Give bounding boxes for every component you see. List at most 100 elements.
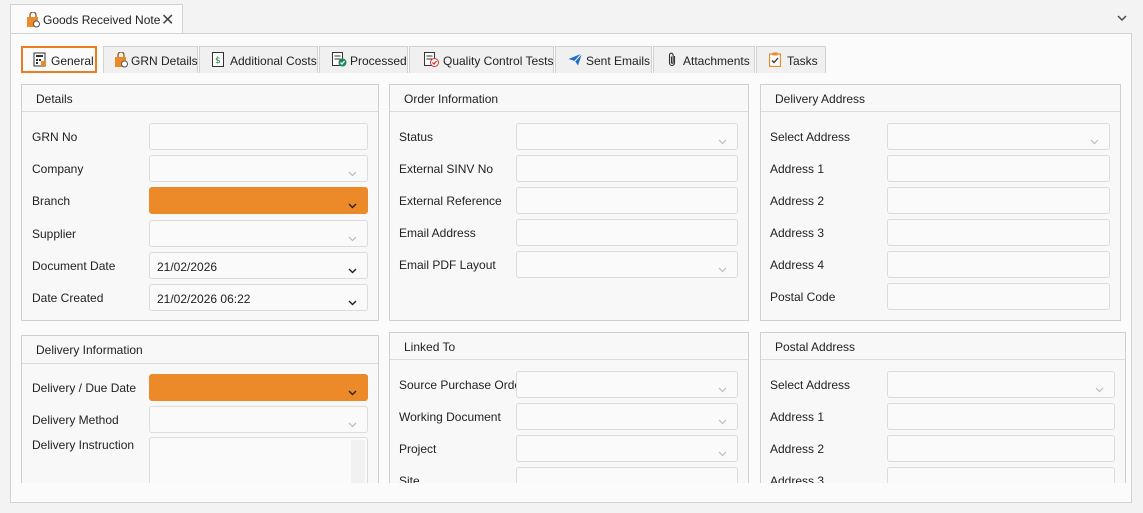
clipboard-icon: [768, 52, 782, 70]
postal-select-address[interactable]: [887, 371, 1115, 398]
postal-address-1-field[interactable]: [887, 403, 1115, 430]
address-2-label: Address 2: [770, 442, 825, 456]
delivery-address-2-field[interactable]: [887, 187, 1110, 214]
supplier-label: Supplier: [32, 227, 77, 241]
source-purchase-order-label: Source Purchase Order: [399, 378, 526, 392]
date-created-value: 21/02/2026 06:22: [157, 292, 251, 306]
delivery-address-3-field[interactable]: [887, 219, 1110, 246]
tab-label: Additional Costs: [230, 54, 317, 68]
linked-to-title: Linked To: [404, 340, 456, 354]
email-address-label: Email Address: [399, 226, 476, 240]
tab-label: GRN Details: [131, 54, 198, 68]
bag-icon: [26, 11, 40, 31]
email-pdf-layout-select[interactable]: [516, 251, 738, 278]
tab-attachments[interactable]: Attachments: [653, 46, 755, 73]
chevron-down-icon[interactable]: [1117, 10, 1127, 24]
delivery-due-date-picker[interactable]: [149, 374, 368, 401]
status-label: Status: [399, 130, 434, 144]
tab-quality-control-tests[interactable]: Quality Control Tests: [409, 46, 554, 73]
panel-header: Delivery Address: [761, 85, 1120, 112]
email-pdf-layout-label: Email PDF Layout: [399, 258, 496, 272]
chevron-down-icon: [348, 166, 357, 180]
delivery-information-title: Delivery Information: [36, 343, 143, 357]
document-tab[interactable]: Goods Received Note ✕: [10, 4, 183, 33]
checklist-icon: [424, 52, 439, 70]
project-label: Project: [399, 442, 437, 456]
chevron-down-icon: [348, 263, 357, 277]
postal-address-2-field[interactable]: [887, 435, 1115, 462]
delivery-method-select[interactable]: [149, 406, 368, 433]
chevron-down-icon: [1095, 382, 1104, 396]
postal-code-label: Postal Code: [770, 290, 836, 304]
document-date-picker[interactable]: 21/02/2026: [149, 252, 368, 279]
panel-header: Linked To: [390, 333, 748, 360]
svg-text:$: $: [215, 56, 221, 66]
status-select[interactable]: [516, 123, 738, 150]
bag-icon: [114, 51, 128, 71]
company-select[interactable]: [149, 155, 368, 182]
document-date-value: 21/02/2026: [157, 260, 218, 274]
document-date-label: Document Date: [32, 259, 116, 273]
delivery-due-date-label: Delivery / Due Date: [32, 381, 137, 395]
project-select[interactable]: [516, 435, 738, 462]
close-icon[interactable]: ✕: [161, 10, 174, 30]
postal-address-3-field[interactable]: [887, 467, 1115, 483]
tab-sent-emails[interactable]: Sent Emails: [555, 46, 652, 73]
chevron-down-icon: [348, 231, 357, 245]
check-doc-icon: [332, 52, 347, 70]
date-created-picker[interactable]: 21/02/2026 06:22: [149, 284, 368, 311]
chevron-down-icon: [348, 295, 357, 309]
chevron-down-icon: [718, 446, 727, 460]
delivery-method-label: Delivery Method: [32, 413, 119, 427]
paperclip-icon: [668, 52, 677, 70]
address-1-label: Address 1: [770, 162, 825, 176]
grn-no-label: GRN No: [32, 130, 78, 144]
delivery-postal-code-field[interactable]: [887, 283, 1110, 310]
supplier-select[interactable]: [149, 220, 368, 247]
tab-grn-details[interactable]: GRN Details: [103, 46, 198, 73]
postal-address-title: Postal Address: [775, 340, 856, 354]
address-2-label: Address 2: [770, 194, 825, 208]
chevron-down-icon: [1090, 134, 1099, 148]
working-document-select[interactable]: [516, 403, 738, 430]
details-panel: Details GRN No Company Branch Supplier D…: [21, 84, 379, 321]
select-address-label: Select Address: [770, 130, 851, 144]
site-label: Site: [399, 474, 420, 483]
address-3-label: Address 3: [770, 226, 825, 240]
tab-tasks[interactable]: Tasks: [756, 46, 826, 73]
delivery-information-panel: Delivery Information Delivery / Due Date…: [21, 335, 379, 483]
external-reference-label: External Reference: [399, 194, 502, 208]
panel-header: Delivery Information: [22, 336, 378, 364]
scrollbar[interactable]: [351, 440, 365, 483]
chevron-down-icon: [348, 417, 357, 431]
paper-plane-icon: [568, 53, 583, 69]
tab-label: Quality Control Tests: [443, 54, 554, 68]
tab-general[interactable]: General: [21, 46, 97, 73]
chevron-down-icon: [348, 198, 357, 212]
delivery-address-1-field[interactable]: [887, 155, 1110, 182]
document-tab-title: Goods Received Note: [43, 13, 161, 27]
tab-label: Processed: [350, 54, 407, 68]
delivery-select-address[interactable]: [887, 123, 1110, 150]
external-sinv-no-label: External SINV No: [399, 162, 494, 176]
company-label: Company: [32, 162, 84, 176]
external-sinv-no-field[interactable]: [516, 155, 738, 182]
panel-header: Postal Address: [761, 333, 1125, 360]
email-address-field[interactable]: [516, 219, 738, 246]
panel-header: Details: [22, 85, 378, 112]
address-3-label: Address 3: [770, 474, 825, 483]
source-purchase-order-select[interactable]: [516, 371, 738, 398]
chevron-down-icon: [718, 382, 727, 396]
external-reference-field[interactable]: [516, 187, 738, 214]
working-document-label: Working Document: [399, 410, 501, 424]
chevron-down-icon: [348, 385, 357, 399]
grn-no-field[interactable]: [149, 123, 368, 150]
delivery-instruction-textarea[interactable]: [149, 437, 368, 483]
branch-select[interactable]: [149, 187, 368, 214]
site-select[interactable]: [516, 467, 738, 483]
tab-label: General: [51, 54, 94, 68]
tab-processed[interactable]: Processed: [319, 46, 408, 73]
tab-additional-costs[interactable]: $ Additional Costs: [199, 46, 318, 73]
details-title: Details: [36, 92, 73, 106]
delivery-address-4-field[interactable]: [887, 251, 1110, 278]
